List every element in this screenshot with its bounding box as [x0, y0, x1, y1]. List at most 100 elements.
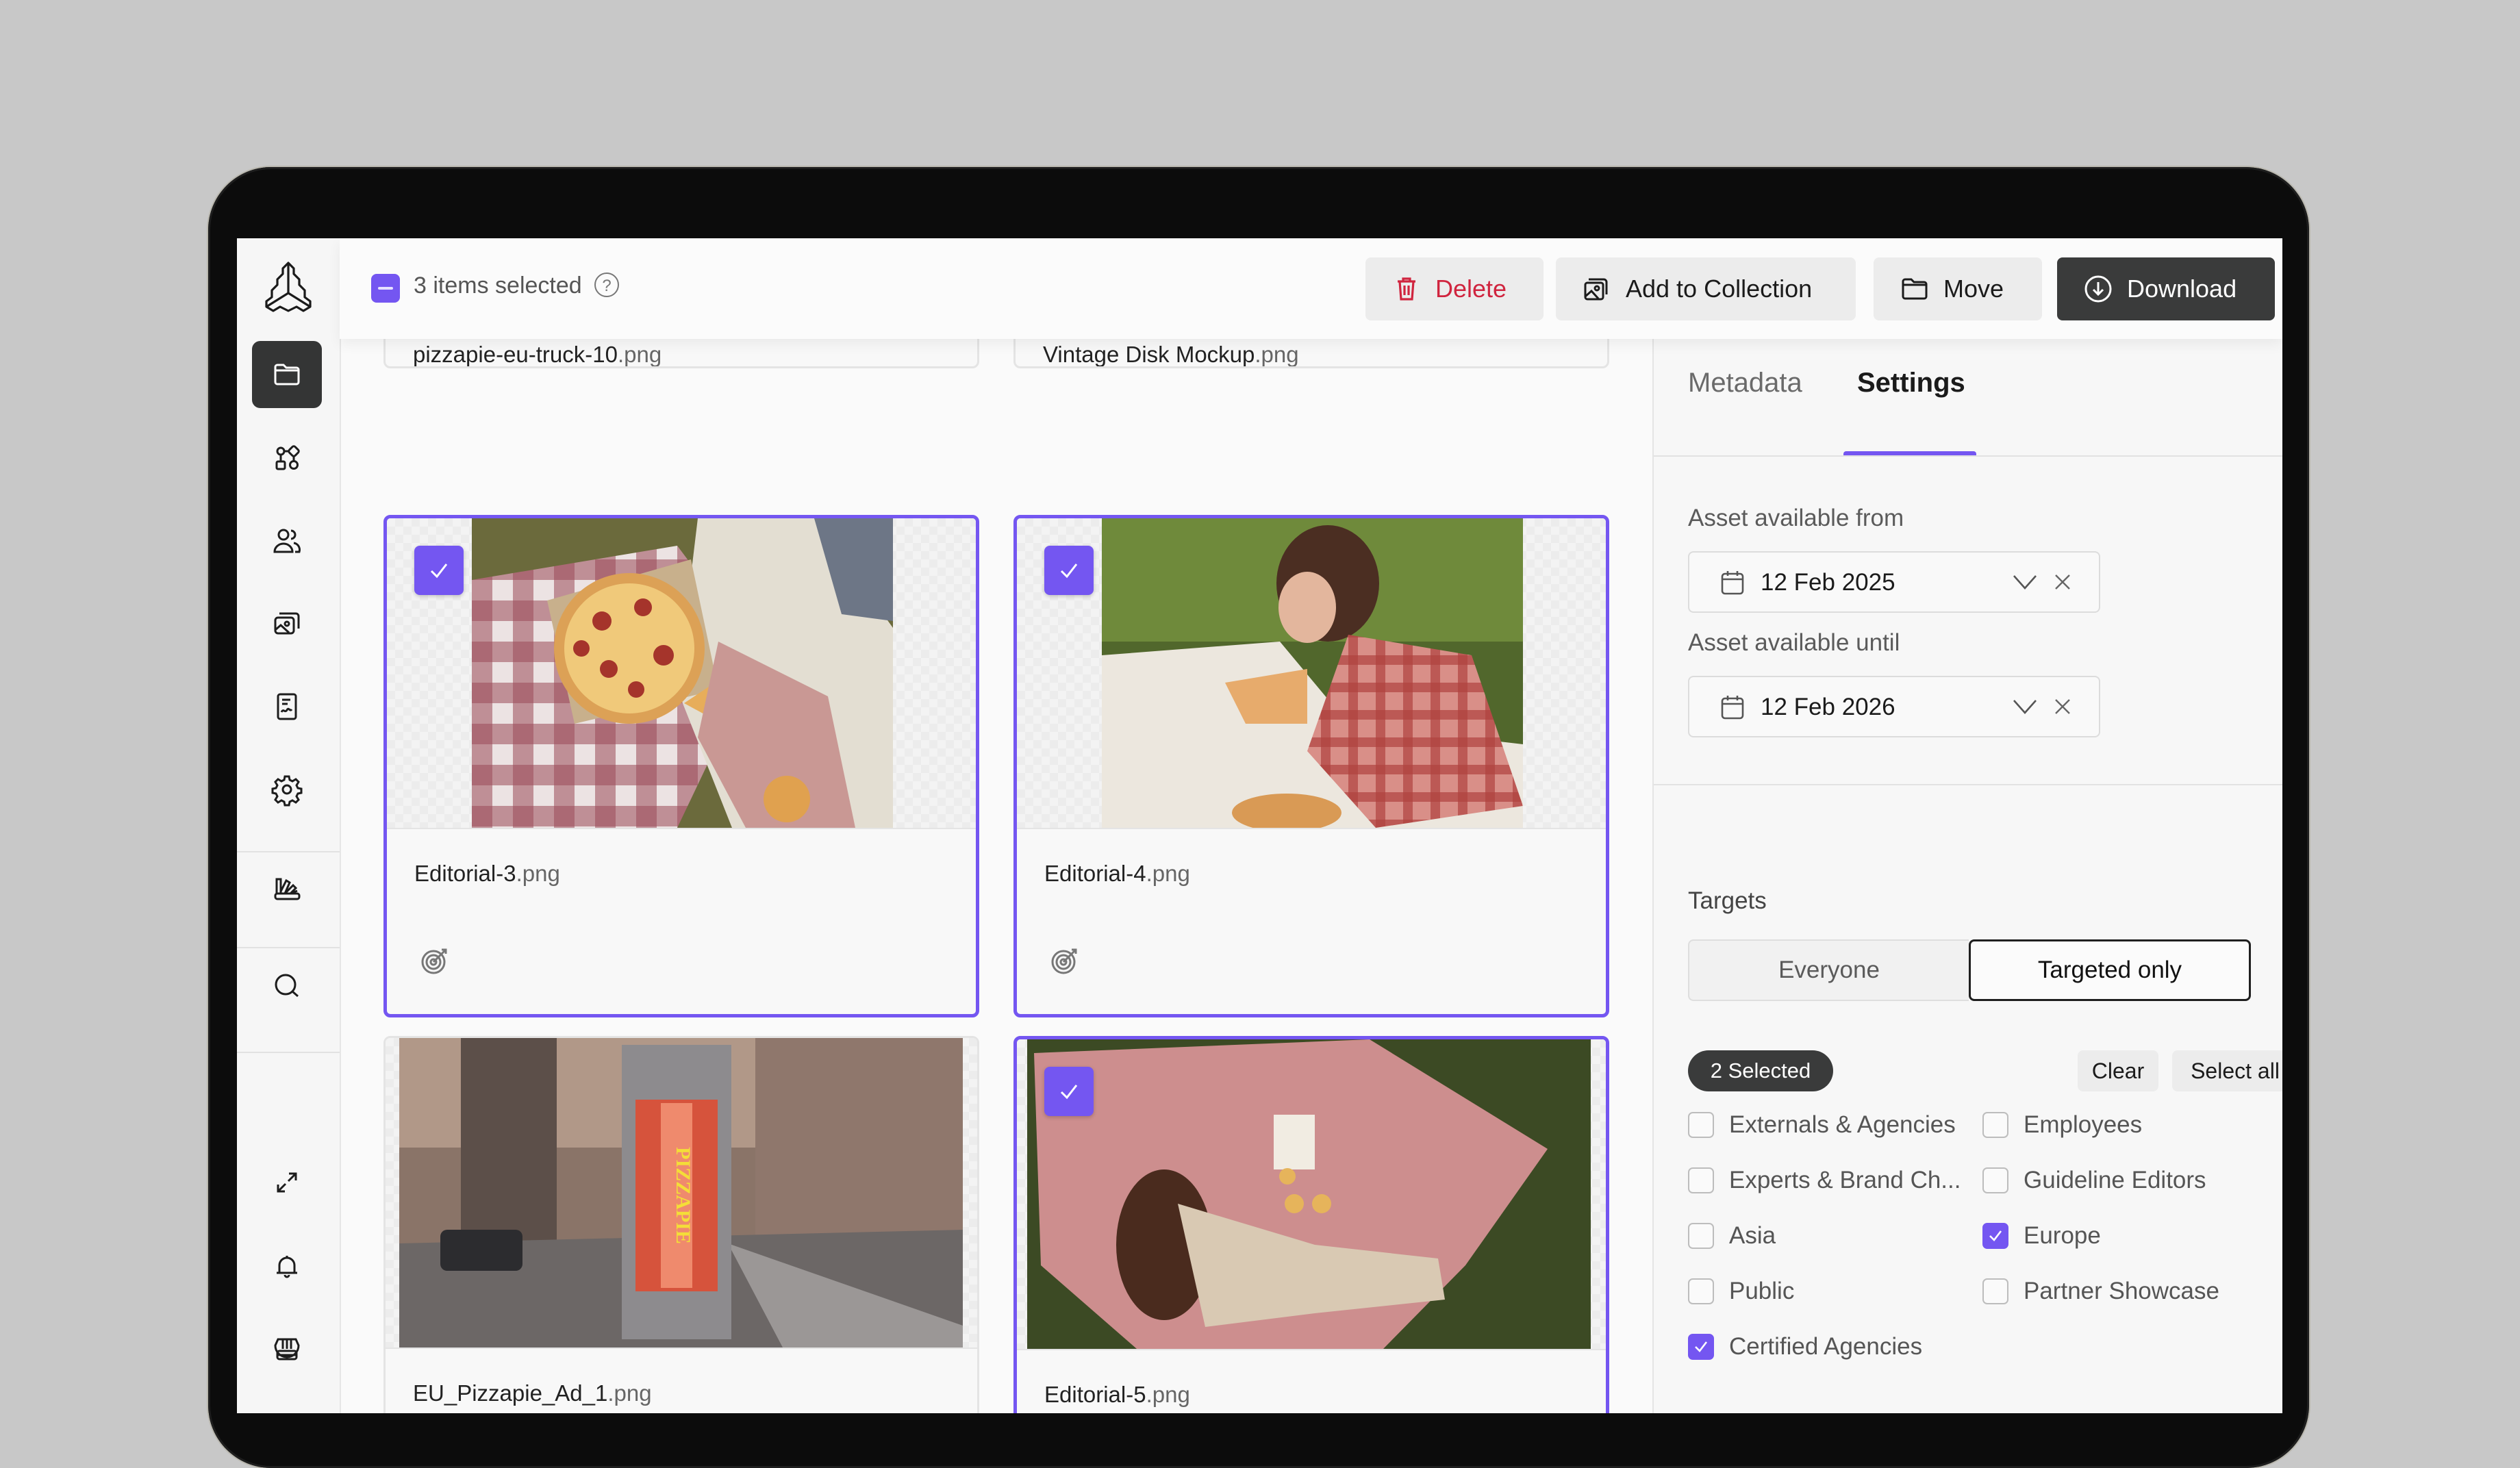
- checkbox-unchecked[interactable]: [1982, 1167, 2008, 1193]
- add-to-collection-label: Add to Collection: [1626, 275, 1813, 303]
- target-group-checkbox[interactable]: Certified Agencies: [1688, 1333, 1922, 1361]
- delete-label: Delete: [1435, 275, 1507, 303]
- add-to-collection-button[interactable]: Add to Collection: [1556, 257, 1856, 320]
- checkbox-unchecked[interactable]: [1982, 1112, 2008, 1138]
- asset-filename: Editorial-4.png: [1044, 861, 1190, 886]
- sidebar-item-users[interactable]: [252, 507, 322, 574]
- sidebar-divider: [237, 851, 340, 852]
- targets-label: Targets: [1688, 887, 1767, 914]
- asset-card[interactable]: Editorial-5.png: [1013, 1036, 1609, 1413]
- target-group-label: Employees: [2024, 1111, 2143, 1138]
- target-group-checkbox[interactable]: Asia: [1688, 1222, 1776, 1250]
- sidebar-item-assets[interactable]: [252, 341, 322, 408]
- sidebar: [237, 238, 341, 1413]
- photo-girl-eating-pizza: [1102, 518, 1523, 828]
- tab-metadata[interactable]: Metadata: [1688, 368, 1802, 398]
- check-icon: [430, 564, 448, 579]
- images-icon: [274, 612, 300, 635]
- clear-date-icon[interactable]: [2052, 695, 2073, 718]
- available-until-label: Asset available until: [1688, 629, 1900, 656]
- target-group-checkbox[interactable]: Employees: [1982, 1111, 2142, 1139]
- target-group-checkbox[interactable]: Externals & Agencies: [1688, 1111, 1956, 1139]
- move-button[interactable]: Move: [1874, 257, 2042, 320]
- collection-images-icon: [1584, 278, 1608, 301]
- minus-icon: [378, 287, 393, 290]
- sidebar-item-search[interactable]: [252, 952, 322, 1020]
- selected-count-badge: 2 Selected: [1688, 1050, 1833, 1091]
- sidebar-item-collections[interactable]: [252, 590, 322, 657]
- selection-count: 3 items selected: [414, 273, 582, 299]
- target-group-checkbox[interactable]: Partner Showcase: [1982, 1278, 2219, 1305]
- target-group-checkbox[interactable]: Experts & Brand Ch...: [1688, 1167, 1961, 1194]
- target-group-checkbox[interactable]: Europe: [1982, 1222, 2101, 1250]
- target-group-checkbox[interactable]: Public: [1688, 1278, 1794, 1305]
- sidebar-item-expand[interactable]: [252, 1149, 322, 1216]
- asset-card[interactable]: Editorial-3.png: [383, 515, 979, 1017]
- bell-icon: [277, 1256, 297, 1278]
- target-group-checkbox[interactable]: Guideline Editors: [1982, 1167, 2206, 1194]
- sidebar-item-account[interactable]: [252, 1395, 322, 1413]
- clear-button[interactable]: Clear: [2078, 1050, 2158, 1091]
- available-from-value: 12 Feb 2025: [1761, 569, 1895, 596]
- checkbox-unchecked[interactable]: [1688, 1278, 1714, 1304]
- check-icon: [1989, 1230, 2002, 1241]
- move-label: Move: [1943, 275, 2004, 303]
- brand-logo-icon: [265, 262, 312, 312]
- folder-icon: [274, 364, 300, 385]
- palette-fan-icon: [274, 878, 301, 900]
- asset-selected-checkbox[interactable]: [1044, 546, 1094, 595]
- sidebar-divider: [237, 1052, 340, 1053]
- chevron-down-icon[interactable]: [2011, 572, 2039, 592]
- asset-settings-panel: Metadata Settings Asset available from 1…: [1652, 339, 2282, 1413]
- checkbox-unchecked[interactable]: [1688, 1112, 1714, 1138]
- asset-thumbnail: [387, 518, 976, 829]
- asset-selected-checkbox[interactable]: [1044, 1067, 1094, 1116]
- targets-option-targeted-only[interactable]: Targeted only: [1969, 939, 2251, 1001]
- asset-card[interactable]: PIZZAPIE EU_Pizzapie_Ad_1.png: [383, 1036, 979, 1413]
- gear-icon: [271, 775, 303, 807]
- select-all-checkbox-indeterminate[interactable]: [371, 274, 400, 303]
- users-icon: [273, 529, 301, 553]
- document-signature-icon: [277, 693, 297, 720]
- checkbox-unchecked[interactable]: [1688, 1223, 1714, 1249]
- target-group-label: Asia: [1729, 1222, 1776, 1249]
- check-icon: [1695, 1341, 1708, 1352]
- question-circle-icon[interactable]: ?: [594, 273, 619, 297]
- asset-thumbnail: [1017, 1039, 1606, 1350]
- target-group-label: Certified Agencies: [1729, 1333, 1923, 1360]
- calendar-icon: [1721, 571, 1744, 595]
- svg-text:PIZZAPIE: PIZZAPIE: [672, 1147, 694, 1244]
- asset-card[interactable]: Editorial-4.png: [1013, 515, 1609, 1017]
- check-icon: [1060, 1085, 1078, 1100]
- target-group-label: Guideline Editors: [2024, 1167, 2206, 1193]
- sidebar-item-workflows[interactable]: [252, 425, 322, 492]
- target-group-label: Public: [1729, 1278, 1795, 1304]
- targets-option-everyone[interactable]: Everyone: [1688, 939, 1969, 1001]
- available-until-datepicker[interactable]: 12 Feb 2026: [1688, 676, 2100, 737]
- target-group-label: Externals & Agencies: [1729, 1111, 1956, 1138]
- target-group-label: Partner Showcase: [2024, 1278, 2219, 1304]
- target-icon: [1051, 948, 1077, 974]
- delete-button[interactable]: Delete: [1365, 257, 1544, 320]
- workflow-nodes-icon: [275, 445, 300, 470]
- asset-filename: EU_Pizzapie_Ad_1.png: [413, 1380, 652, 1406]
- sidebar-item-settings[interactable]: [252, 756, 322, 823]
- checkbox-checked[interactable]: [1688, 1334, 1714, 1360]
- checkbox-unchecked[interactable]: [1688, 1167, 1714, 1193]
- available-from-datepicker[interactable]: 12 Feb 2025: [1688, 551, 2100, 613]
- search-icon: [275, 974, 299, 998]
- checkbox-checked[interactable]: [1982, 1223, 2008, 1249]
- asset-selected-checkbox[interactable]: [414, 546, 464, 595]
- sidebar-item-guidelines[interactable]: [252, 673, 322, 740]
- download-button[interactable]: Download: [2057, 257, 2275, 320]
- chevron-down-icon[interactable]: [2011, 696, 2039, 717]
- select-all-button[interactable]: Select all: [2172, 1050, 2282, 1091]
- sidebar-item-notifications[interactable]: [252, 1232, 322, 1300]
- sidebar-item-store[interactable]: [252, 1315, 322, 1382]
- tab-divider: [1654, 455, 2282, 457]
- sidebar-item-brand[interactable]: [252, 855, 322, 922]
- checkbox-unchecked[interactable]: [1982, 1278, 2008, 1304]
- tab-settings[interactable]: Settings: [1857, 368, 1965, 398]
- clear-date-icon[interactable]: [2052, 570, 2073, 594]
- store-icon: [274, 1338, 300, 1361]
